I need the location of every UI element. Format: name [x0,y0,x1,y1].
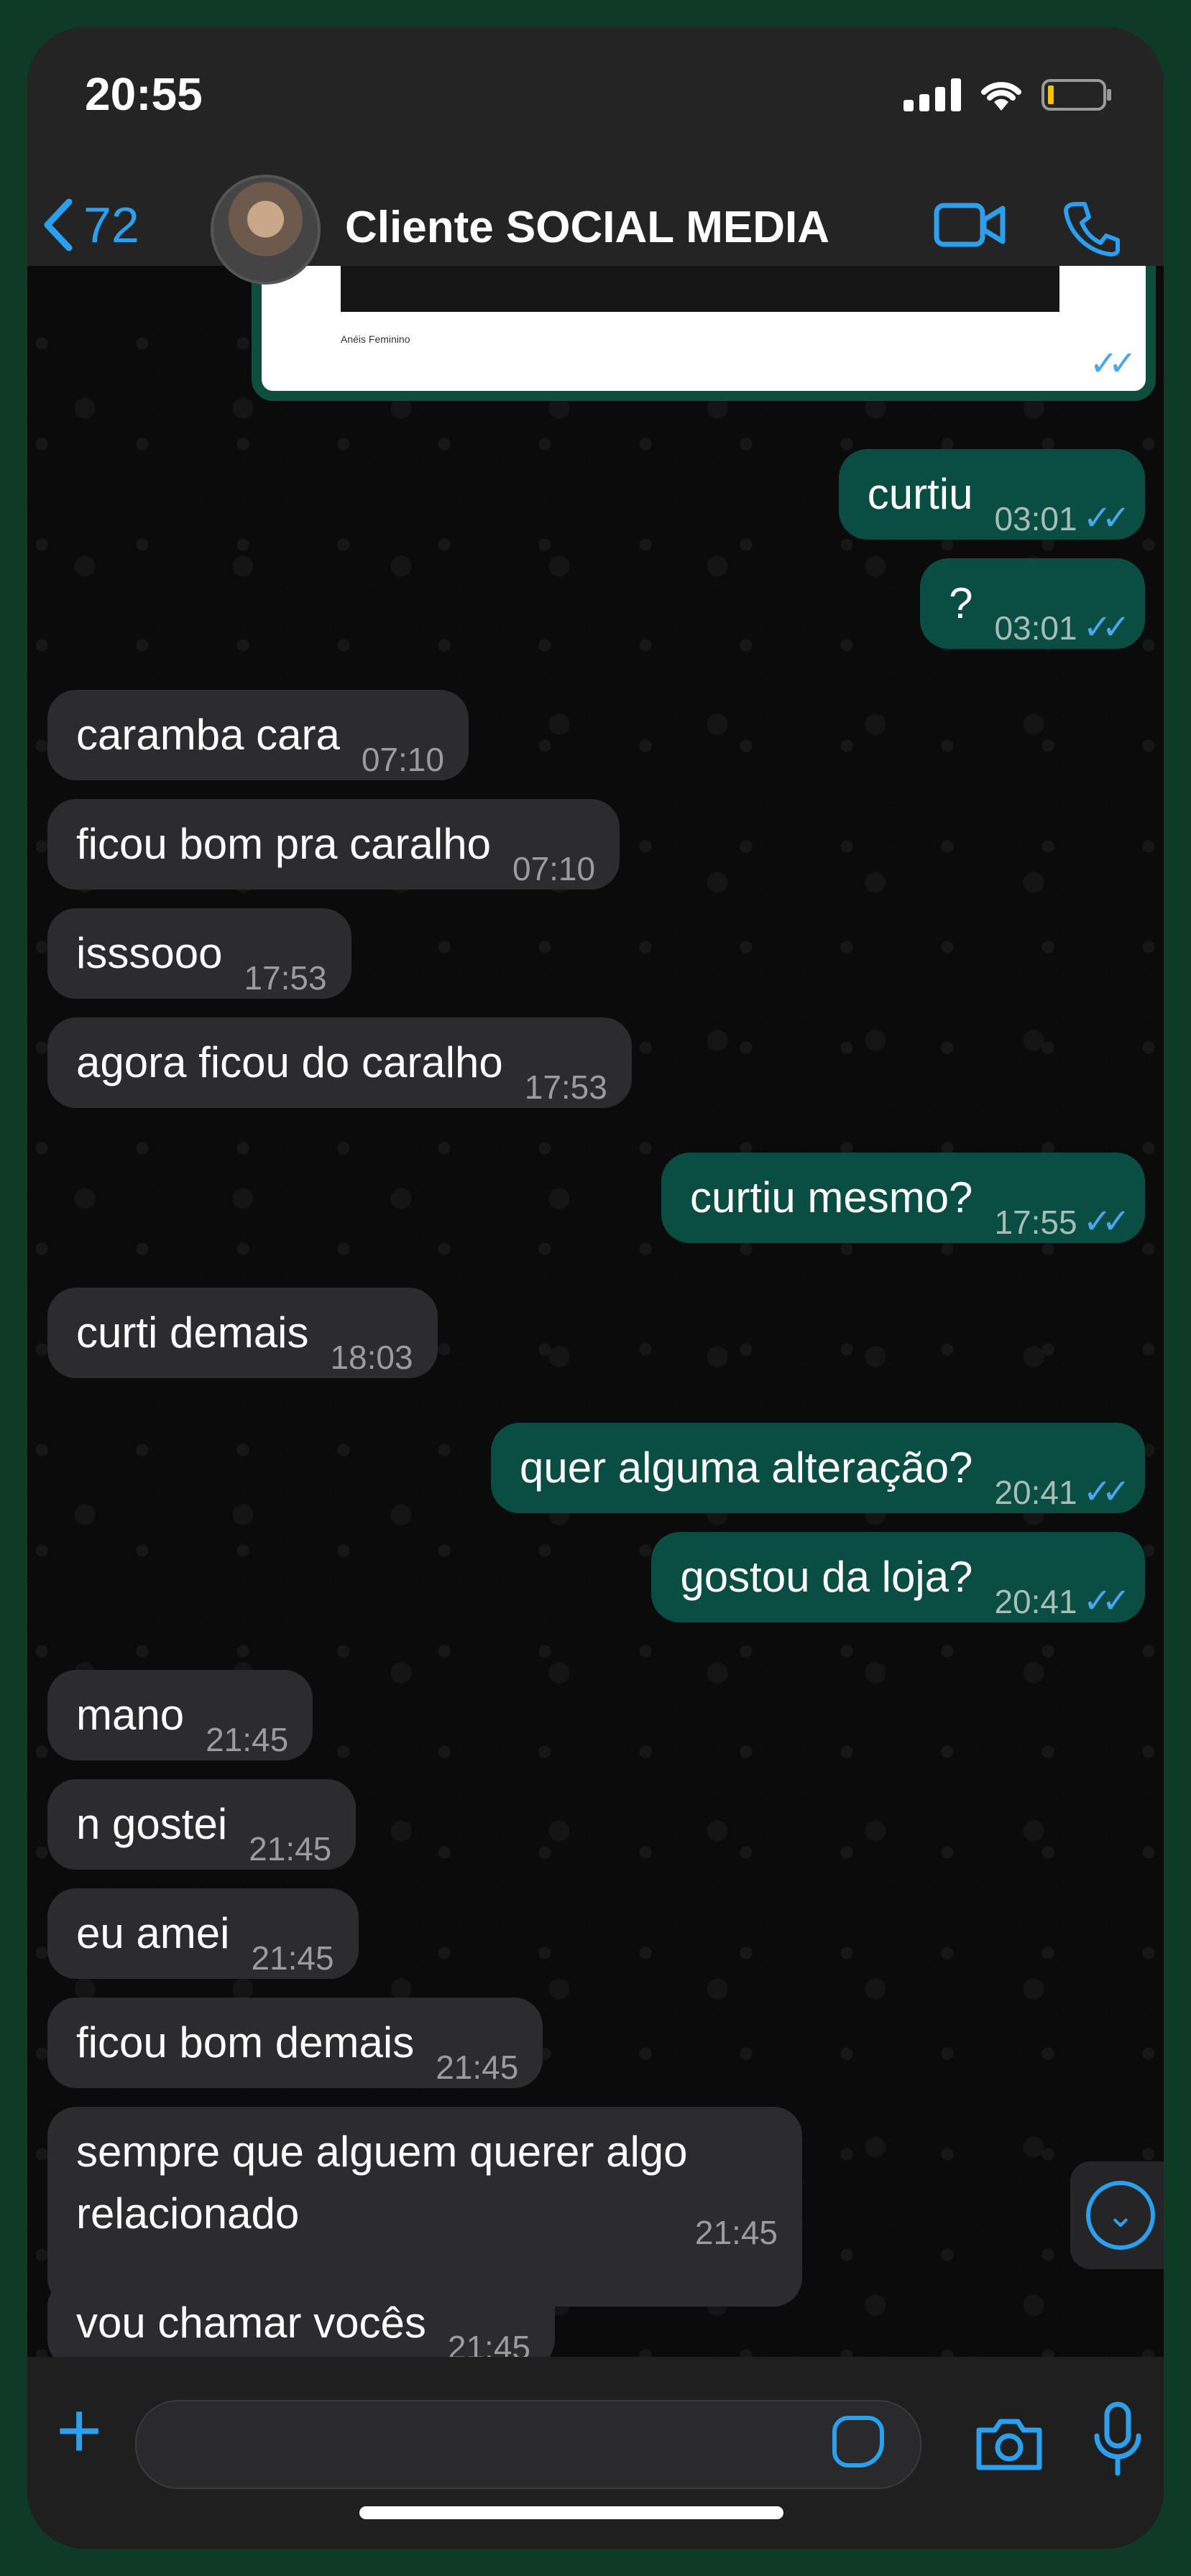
message-time: 21:45 [436,2049,519,2086]
message-meta: 03:01 ✓✓ [972,597,1145,659]
battery-icon [1041,79,1111,111]
message-text: mano [76,1691,185,1739]
message-text: vou chamar vocês [76,2299,426,2347]
read-ticks-icon: ✓✓ [1082,1473,1131,1511]
message-text: agora ficou do caralho [76,1038,503,1086]
image-message-meta: 03:01 ✓✓ [1002,343,1138,384]
message-text: ficou bom demais [76,2018,415,2067]
message-time: 17:53 [244,959,327,997]
message-bubble[interactable]: ficou bom pra caralho 07:10 [47,799,620,890]
message-bubble[interactable]: mano 21:45 [47,1670,313,1760]
read-ticks-icon: ✓✓ [1082,499,1131,537]
screen: 20:55 72 Cliente SOCIAL MEDIA Anéis Femi… [27,27,1164,2549]
message-text: gostou da loja? [680,1553,973,1601]
message-meta: 21:45 [184,1709,313,1771]
back-chevron-icon [44,198,73,251]
message-time: 07:10 [361,741,444,778]
message-bubble[interactable]: ficou bom demais 21:45 [47,1998,543,2088]
message-bubble[interactable]: sempre que alguem querer algo relacionad… [47,2107,802,2307]
message-time: 07:10 [512,850,596,887]
message-bubble[interactable]: curtiu 03:01 ✓✓ [838,449,1145,540]
message-time: 03:01 [994,500,1077,537]
message-meta: 17:55 ✓✓ [972,1191,1145,1253]
message-time: 21:45 [206,1721,289,1758]
home-indicator [359,2506,783,2519]
message-text: n gostei [76,1800,228,1848]
message-bubble[interactable]: ? 03:01 ✓✓ [920,558,1145,649]
read-ticks-icon: ✓✓ [1082,1582,1131,1620]
message-text: isssooo [76,929,223,977]
plus-icon[interactable]: + [56,2391,102,2470]
call-actions [934,200,1121,257]
message-input[interactable] [135,2400,921,2489]
message-text: curtiu mesmo? [689,1173,973,1222]
avatar[interactable] [211,175,321,285]
status-icons [903,78,1113,112]
message-bubble[interactable]: vou chamar vocês 21:45 [47,2278,556,2368]
message-meta: 17:53 [222,947,351,1009]
camera-icon[interactable] [973,2416,1045,2473]
message-time: 21:45 [251,1939,334,1977]
message-bubble[interactable]: quer alguma alteração? 20:41 ✓✓ [491,1423,1145,1513]
message-time: 17:53 [524,1068,607,1106]
message-bubble[interactable]: gostou da loja? 20:41 ✓✓ [651,1532,1145,1622]
message-bubble[interactable]: isssooo 17:53 [47,908,351,999]
back-button[interactable]: 72 [42,196,139,254]
message-bubble[interactable]: curti demais 18:03 [47,1288,438,1378]
signal-icon [903,78,961,111]
message-time: 20:41 [994,1474,1077,1511]
message-list[interactable]: Anéis Feminino 03:01 ✓✓ curtiu 03:01 ✓✓ ? 0… [27,244,1164,2368]
status-time: 20:55 [85,68,203,120]
message-meta: 07:10 [340,729,469,790]
message-time: 21:45 [249,1830,332,1868]
image-caption: Anéis Feminino [341,333,410,345]
message-meta: 20:41 ✓✓ [972,1571,1145,1633]
message-bubble[interactable]: eu amei 21:45 [47,1888,359,1979]
nav-bar: 72 Cliente SOCIAL MEDIA [27,167,1164,290]
message-meta: 20:41 ✓✓ [972,1462,1145,1523]
message-text: quer alguma alteração? [520,1444,973,1492]
scroll-down-icon: ⌄ [1086,2181,1155,2250]
message-text: ficou bom pra caralho [76,820,491,868]
phone-call-icon[interactable] [1063,200,1121,257]
message-text: eu amei [76,1909,230,1957]
message-meta: 21:45 [414,2036,543,2098]
chat-header: 20:55 72 Cliente SOCIAL MEDIA [27,27,1164,285]
wifi-icon [981,82,1021,111]
message-time: 17:55 [994,1204,1077,1241]
read-ticks-icon: ✓✓ [1089,345,1138,383]
message-meta: 21:45 [229,1927,358,1989]
message-meta: 07:10 [491,838,620,900]
phone-frame: 20:55 72 Cliente SOCIAL MEDIA Anéis Femi… [0,0,1191,2576]
composer-bar: + [27,2357,1164,2549]
message-text: curti demais [76,1308,309,1357]
message-bubble[interactable]: n gostei 21:45 [47,1779,357,1870]
sticker-icon[interactable] [832,2416,884,2467]
message-meta: 21:45 [673,2202,802,2263]
message-meta: 17:53 [503,1056,632,1118]
message-time: 03:01 [994,609,1077,647]
read-ticks-icon: ✓✓ [1082,1203,1131,1241]
video-call-icon[interactable] [934,200,1006,250]
message-time: 18:03 [330,1339,413,1376]
unread-count: 72 [83,197,139,253]
message-bubble[interactable]: agora ficou do caralho 17:53 [47,1017,632,1108]
read-ticks-icon: ✓✓ [1082,609,1131,647]
message-text: ? [949,579,973,627]
message-bubble[interactable]: curtiu mesmo? 17:55 ✓✓ [661,1153,1145,1243]
message-time: 21:45 [694,2214,778,2251]
message-time: 03:01 [1002,345,1085,382]
scroll-down-button[interactable]: ⌄ [1070,2161,1164,2269]
message-bubble[interactable]: caramba cara 07:10 [47,690,469,780]
message-meta: 18:03 [308,1326,437,1388]
message-text: curtiu [867,470,973,518]
message-time: 20:41 [994,1583,1077,1620]
message-meta: 03:01 ✓✓ [972,488,1145,550]
message-text: caramba cara [76,711,340,759]
microphone-icon[interactable] [1093,2400,1143,2479]
message-meta: 21:45 [227,1818,356,1880]
contact-name[interactable]: Cliente SOCIAL MEDIA [345,202,829,253]
